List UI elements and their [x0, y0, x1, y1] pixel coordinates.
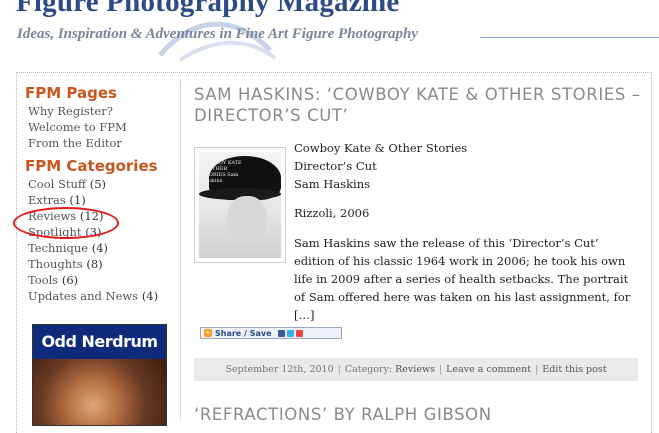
- book-title: Cowboy Kate & Other Stories: [294, 141, 468, 155]
- column-divider: [180, 80, 181, 420]
- category-cool-stuff[interactable]: Cool Stuff (5): [28, 176, 175, 192]
- post-footer: September 12th, 2010 | Category: Reviews | L…: [194, 358, 638, 381]
- annotation-circle: [13, 207, 119, 239]
- leave-comment-link[interactable]: Leave a comment: [446, 364, 531, 375]
- pages-heading: FPM Pages: [25, 84, 117, 102]
- email-icon: [295, 329, 303, 337]
- page-link-why-register[interactable]: Why Register?: [28, 103, 175, 119]
- pages-list: Why Register? Welcome to FPM From the Ed…: [28, 103, 175, 151]
- odd-nerdrum-ad[interactable]: Odd Nerdrum: [32, 324, 167, 426]
- site-tagline: Ideas, Inspiration & Adventures in Fine …: [17, 26, 419, 42]
- book-cover-thumbnail[interactable]: COWBOY KATE & OTHER STORIES Sam Haskins: [194, 147, 286, 263]
- site-title[interactable]: Figure Photography Magazine: [16, 0, 399, 19]
- facebook-icon: [277, 329, 285, 337]
- ad-title: Odd Nerdrum: [33, 325, 166, 359]
- page-link-from-editor[interactable]: From the Editor: [28, 135, 175, 151]
- category-thoughts[interactable]: Thoughts (8): [28, 256, 175, 272]
- book-author: Sam Haskins: [294, 177, 371, 191]
- book-cover-image: COWBOY KATE & OTHER STORIES Sam Haskins: [199, 152, 281, 258]
- category-extras[interactable]: Extras (1): [28, 192, 175, 208]
- book-cover-text: COWBOY KATE & OTHER STORIES Sam Haskins: [202, 160, 242, 184]
- post-date: September 12th, 2010: [225, 364, 334, 375]
- categories-heading: FPM Categories: [25, 157, 158, 175]
- post-title[interactable]: SAM HASKINS: ‘COWBOY KATE & OTHER STORIE…: [194, 84, 644, 126]
- category-technique[interactable]: Technique (4): [28, 240, 175, 256]
- book-publisher: Rizzoli, 2006: [294, 206, 370, 220]
- edit-post-link[interactable]: Edit this post: [542, 364, 606, 375]
- book-details: Cowboy Kate & Other Stories Director’s C…: [294, 139, 467, 193]
- share-save-label: Share / Save: [215, 328, 272, 338]
- post-category-link[interactable]: Reviews: [395, 364, 435, 375]
- share-service-icons: [277, 329, 303, 337]
- site-header: Figure Photography Magazine Ideas, Inspi…: [0, 0, 659, 70]
- category-prefix: Category:: [344, 364, 393, 375]
- share-plus-icon: +: [204, 328, 212, 337]
- ad-image: [33, 359, 166, 425]
- twitter-icon: [286, 329, 294, 337]
- sidebar: FPM Pages Why Register? Welcome to FPM F…: [25, 84, 175, 304]
- share-save-button[interactable]: + Share / Save: [200, 327, 342, 339]
- post-excerpt: Sam Haskins saw the release of this ‘Dir…: [294, 236, 631, 322]
- category-updates-news[interactable]: Updates and News (4): [28, 288, 175, 304]
- book-edition: Director’s Cut: [294, 159, 377, 173]
- categories-list: Cool Stuff (5) Extras (1) Reviews (12) S…: [28, 176, 175, 304]
- tagline-rule: [480, 37, 659, 38]
- page-link-welcome[interactable]: Welcome to FPM: [28, 119, 175, 135]
- category-tools[interactable]: Tools (6): [28, 272, 175, 288]
